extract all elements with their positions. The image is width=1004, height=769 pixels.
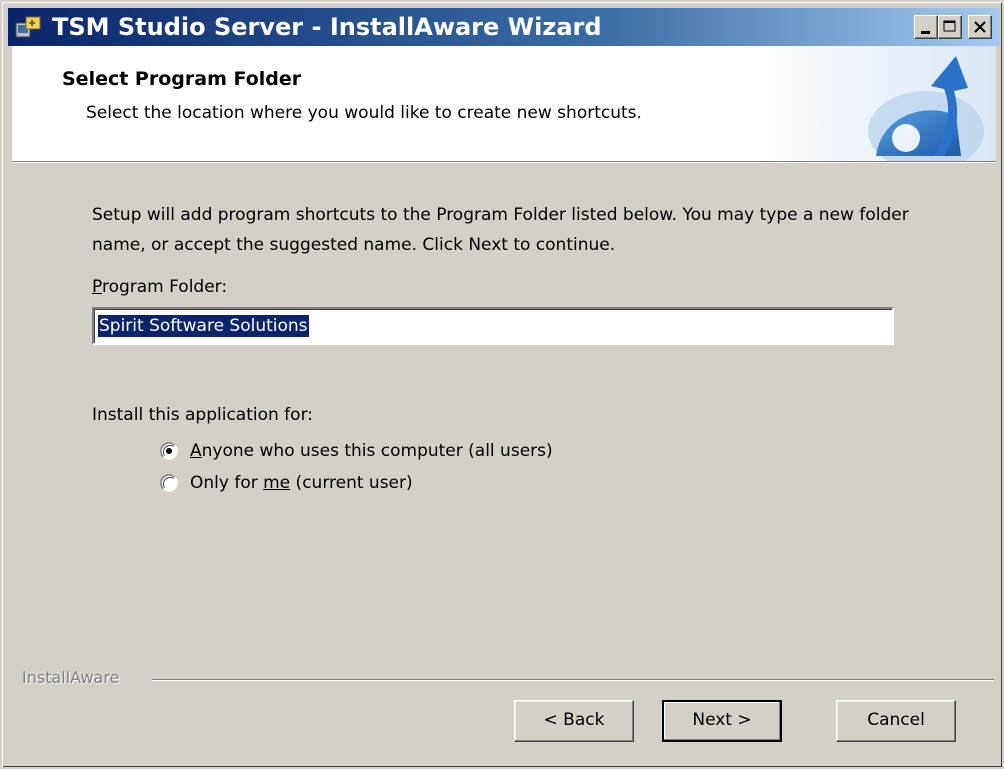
close-button[interactable] [968, 15, 992, 39]
radio-all-users-text: nyone who uses this computer (all users) [201, 441, 553, 461]
installer-arrow-graphic [756, 46, 996, 161]
radio-all-users-accel: A [190, 441, 202, 461]
installer-window: TSM Studio Server - InstallAware Wizard … [0, 0, 1004, 769]
page-subtitle: Select the location where you would like… [86, 103, 642, 123]
wizard-header: Select Program Folder Select the locatio… [12, 46, 996, 161]
radio-current-user-pre: Only for [190, 473, 264, 493]
next-button[interactable]: Next > [662, 700, 782, 742]
radio-current-user-label: Only for me (current user) [190, 471, 413, 495]
program-folder-label-text: rogram Folder: [101, 277, 228, 297]
cancel-button[interactable]: Cancel [836, 700, 956, 742]
program-folder-accel: P [92, 277, 102, 297]
back-button[interactable]: < Back [514, 700, 634, 742]
program-folder-input[interactable]: Spirit Software Solutions [92, 307, 894, 345]
intro-text: Setup will add program shortcuts to the … [92, 205, 909, 255]
radio-selected-icon[interactable] [160, 442, 178, 460]
radio-current-user-post: (current user) [290, 473, 413, 493]
close-icon [974, 21, 986, 33]
radio-all-users-label: Anyone who uses this computer (all users… [190, 439, 553, 463]
radio-current-user-accel: me [263, 473, 291, 493]
window-title: TSM Studio Server - InstallAware Wizard [52, 13, 602, 41]
title-bar[interactable]: TSM Studio Server - InstallAware Wizard [8, 8, 1000, 46]
footer-divider-highlight [152, 680, 994, 681]
installer-app-icon [15, 16, 41, 38]
radio-unselected-icon[interactable] [160, 474, 178, 492]
program-folder-value: Spirit Software Solutions [98, 315, 309, 337]
installaware-brand: InstallAware [22, 668, 120, 687]
install-for-label: Install this application for: [92, 405, 313, 425]
minimize-icon [921, 31, 930, 34]
program-folder-label: Program Folder: [92, 277, 227, 297]
minimize-button[interactable] [914, 15, 938, 39]
header-divider-highlight [12, 162, 996, 163]
maximize-button[interactable] [938, 15, 962, 39]
maximize-icon [943, 20, 956, 32]
page-title: Select Program Folder [62, 68, 302, 90]
